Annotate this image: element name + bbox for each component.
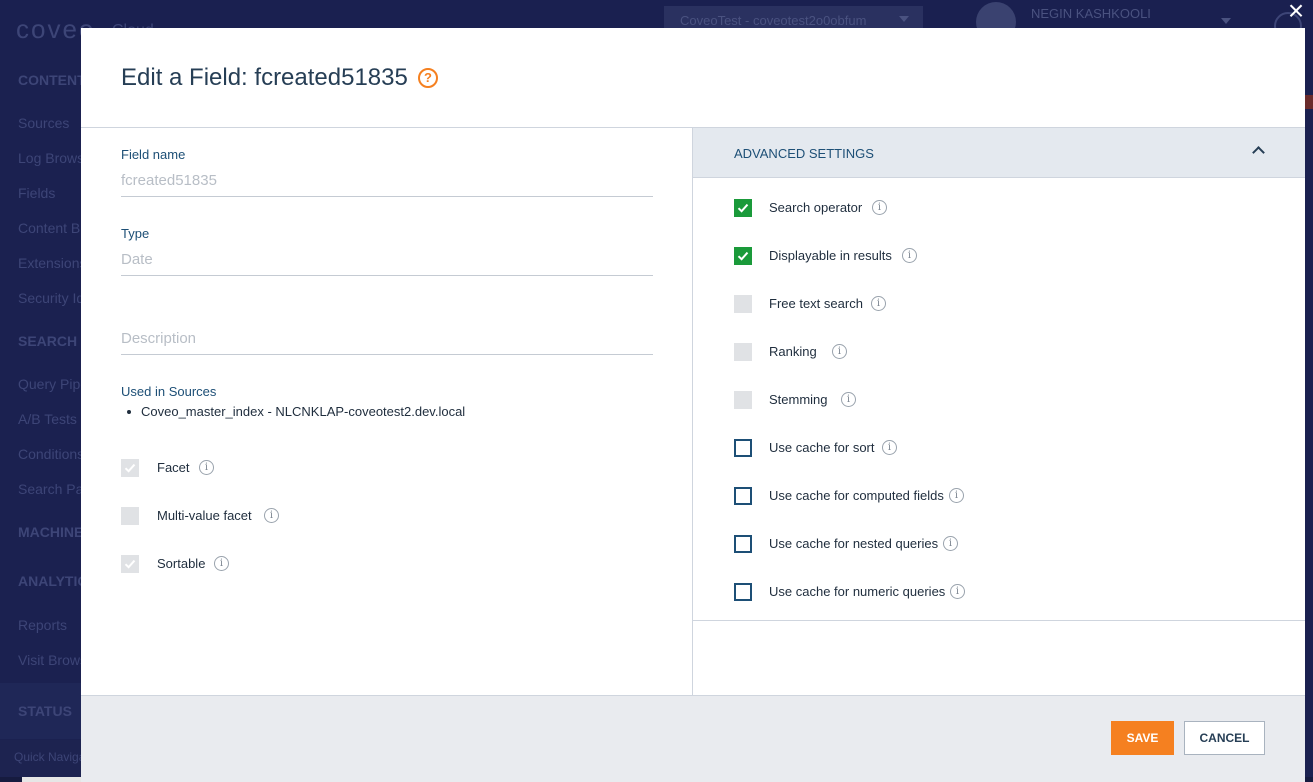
- checkbox-label[interactable]: Search operator: [769, 200, 862, 215]
- sidebar-item: Content Browser: [18, 220, 81, 236]
- checkbox-label[interactable]: Free text search: [769, 296, 863, 311]
- checkbox[interactable]: [734, 247, 752, 265]
- type-label: Type: [121, 226, 150, 241]
- field-name-label: Field name: [121, 147, 186, 162]
- checkbox-label[interactable]: Multi-value facet: [157, 508, 252, 523]
- list-item: Coveo_master_index - NLCNKLAP-coveotest2…: [141, 404, 466, 419]
- sidebar-item: Query Pipelines: [18, 376, 81, 392]
- checkbox: [121, 459, 139, 477]
- list-bullet: [127, 410, 131, 414]
- advanced-settings-header[interactable]: ADVANCED SETTINGS: [693, 128, 1305, 178]
- description-underline: [121, 354, 653, 355]
- sidebar-item: Log Browser: [18, 150, 81, 166]
- user-name: NEGIN KASHKOOLI: [1031, 6, 1151, 21]
- sidebar-item: Search Pages: [18, 481, 81, 497]
- field-name-underline: [121, 196, 653, 197]
- info-icon[interactable]: i: [949, 488, 964, 503]
- sidebar-item: ANALYTICS: [18, 573, 81, 589]
- help-icon[interactable]: ?: [418, 68, 438, 88]
- advanced-settings-pane: ADVANCED SETTINGS Search operator i Displa…: [693, 128, 1305, 695]
- sidebar-item: SEARCH: [18, 333, 78, 349]
- info-icon[interactable]: i: [902, 248, 917, 263]
- info-icon[interactable]: i: [950, 584, 965, 599]
- page-title: Edit a Field: fcreated51835: [121, 64, 408, 91]
- checkbox[interactable]: [734, 487, 752, 505]
- sidebar-item: A/B Tests: [18, 411, 77, 427]
- modal-header: Edit a Field: fcreated51835 ?: [81, 28, 1305, 128]
- checkbox: [734, 343, 752, 361]
- info-icon[interactable]: i: [264, 508, 279, 523]
- close-icon[interactable]: ×: [1283, 0, 1309, 26]
- divider: [693, 620, 1305, 621]
- sidebar-item: Fields: [18, 185, 56, 201]
- checkbox-label[interactable]: Facet: [157, 460, 190, 475]
- checkbox: [121, 507, 139, 525]
- checkbox-label[interactable]: Stemming: [769, 392, 828, 407]
- field-name-value: fcreated51835: [121, 172, 217, 189]
- checkbox: [734, 295, 752, 313]
- checkbox: [734, 391, 752, 409]
- type-value: Date: [121, 251, 153, 268]
- sidebar-item: Extensions: [18, 255, 81, 271]
- checkbox-label[interactable]: Use cache for numeric queries: [769, 584, 945, 599]
- checkbox-label[interactable]: Displayable in results: [769, 248, 892, 263]
- info-icon[interactable]: i: [214, 556, 229, 571]
- info-icon[interactable]: i: [882, 440, 897, 455]
- sidebar-item: Sources: [18, 115, 70, 131]
- save-button[interactable]: SAVE: [1111, 721, 1174, 755]
- type-underline: [121, 275, 653, 276]
- info-icon[interactable]: i: [199, 460, 214, 475]
- info-icon[interactable]: i: [872, 200, 887, 215]
- sidebar-item: Conditions: [18, 446, 81, 462]
- background-indicator: [1304, 95, 1313, 109]
- general-settings-pane: Field name fcreated51835 Type Date Descr…: [81, 128, 693, 695]
- sidebar-item: STATUS: [18, 703, 72, 719]
- info-icon[interactable]: i: [871, 296, 886, 311]
- edit-field-modal: Edit a Field: fcreated51835 ? Field name…: [81, 28, 1305, 782]
- chevron-up-icon[interactable]: [1252, 146, 1265, 159]
- checkbox-label[interactable]: Ranking: [769, 344, 817, 359]
- sidebar-item: Visit Browser: [18, 652, 81, 668]
- checkbox[interactable]: [734, 535, 752, 553]
- sidebar-item: CONTENT: [18, 72, 81, 88]
- sidebar-item: Reports: [18, 617, 68, 633]
- sidebar-item: MACHINE LEARNING: [18, 524, 81, 540]
- org-selector-label: CoveoTest - coveotest2o0obfum: [680, 13, 867, 28]
- checkbox-label[interactable]: Use cache for sort: [769, 440, 875, 455]
- info-icon[interactable]: i: [832, 344, 847, 359]
- modal-footer: SAVE CANCEL: [81, 695, 1305, 782]
- sidebar-item: Quick Navigation: [14, 750, 81, 764]
- checkbox-label[interactable]: Use cache for computed fields: [769, 488, 944, 503]
- checkbox: [121, 555, 139, 573]
- checkbox[interactable]: [734, 439, 752, 457]
- chevron-down-icon: [899, 16, 909, 22]
- checkbox[interactable]: [734, 583, 752, 601]
- cancel-button[interactable]: CANCEL: [1184, 721, 1265, 755]
- advanced-settings-title: ADVANCED SETTINGS: [734, 146, 874, 161]
- used-in-sources-label: Used in Sources: [121, 384, 217, 399]
- sidebar: CONTENT Sources Log Browser Fields Content B…: [0, 50, 81, 782]
- checkbox-label[interactable]: Use cache for nested queries: [769, 536, 938, 551]
- checkbox-label[interactable]: Sortable: [157, 556, 205, 571]
- checkbox[interactable]: [734, 199, 752, 217]
- sidebar-item: Security Identities: [18, 290, 81, 306]
- description-field[interactable]: Description: [121, 330, 196, 347]
- chevron-down-icon: [1221, 18, 1231, 24]
- info-icon[interactable]: i: [943, 536, 958, 551]
- info-icon[interactable]: i: [841, 392, 856, 407]
